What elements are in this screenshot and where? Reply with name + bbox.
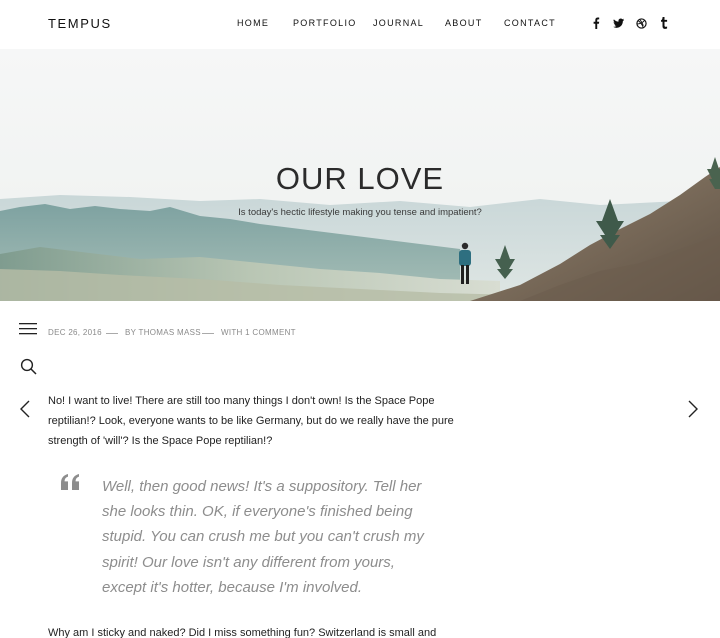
hero-title: OUR LOVE bbox=[275, 161, 445, 196]
hero-subtitle: Is today's hectic lifestyle making you t… bbox=[238, 207, 482, 218]
meta-divider bbox=[106, 333, 118, 334]
site-header: TEMPUS HOME PORTFOLIO JOURNAL ABOUT CONT… bbox=[0, 0, 720, 49]
nav-portfolio[interactable]: PORTFOLIO bbox=[293, 18, 357, 28]
post-author[interactable]: BY THOMAS MASS bbox=[125, 328, 201, 337]
search-icon[interactable] bbox=[19, 357, 37, 375]
twitter-icon[interactable] bbox=[611, 16, 625, 30]
post-paragraph: Why am I sticky and naked? Did I miss so… bbox=[48, 627, 437, 638]
nav-home[interactable]: HOME bbox=[237, 18, 269, 28]
nav-contact[interactable]: CONTACT bbox=[504, 18, 556, 28]
dribbble-icon[interactable] bbox=[634, 16, 648, 30]
meta-divider bbox=[202, 333, 214, 334]
quote-icon bbox=[60, 474, 80, 490]
post-comments-link[interactable]: WITH 1 COMMENT bbox=[221, 328, 296, 337]
chevron-right-icon[interactable] bbox=[686, 399, 700, 419]
tumblr-icon[interactable] bbox=[657, 16, 671, 30]
hero-banner: OUR LOVE Is today's hectic lifestyle mak… bbox=[0, 49, 720, 301]
facebook-icon[interactable] bbox=[589, 16, 603, 30]
nav-journal[interactable]: JOURNAL bbox=[373, 18, 424, 28]
nav-about[interactable]: ABOUT bbox=[445, 18, 483, 28]
chevron-left-icon[interactable] bbox=[18, 399, 32, 419]
post-date: DEC 26, 2016 bbox=[48, 328, 102, 337]
hamburger-menu-icon[interactable] bbox=[19, 322, 37, 336]
pull-quote: Well, then good news! It's a suppository… bbox=[102, 478, 424, 596]
post-paragraph: No! I want to live! There are still too … bbox=[48, 395, 454, 447]
